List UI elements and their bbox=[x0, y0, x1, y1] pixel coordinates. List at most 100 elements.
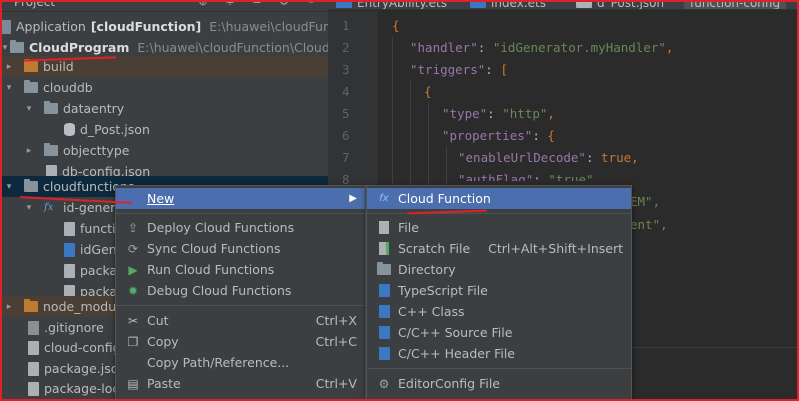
collapse-all-icon[interactable]: ≑ bbox=[223, 0, 237, 8]
panel-toolbar: ⊕ ≑ ≐ ⚙ – bbox=[196, 0, 318, 8]
menu-label: TypeScript File bbox=[398, 283, 488, 298]
submenu-item-directory[interactable]: Directory bbox=[367, 259, 631, 280]
app-path: E:\huawei\cloudFunction bbox=[209, 19, 328, 34]
menu-item-copy-path[interactable]: Copy Path/Reference... bbox=[116, 352, 365, 373]
file-icon bbox=[377, 221, 391, 235]
minimize-icon[interactable]: – bbox=[304, 0, 318, 8]
menu-item-cut[interactable]: ✂ Cut Ctrl+X bbox=[116, 310, 365, 331]
tree-row-cloudprogram[interactable]: ▾ CloudProgram E:\huawei\cloudFunction\C… bbox=[0, 37, 328, 58]
code-line: "type": "http", bbox=[442, 106, 555, 121]
menu-label-text: New bbox=[147, 191, 175, 206]
cpp-class-icon bbox=[377, 305, 391, 319]
copy-icon: ❐ bbox=[127, 334, 139, 349]
menu-label: Copy bbox=[147, 334, 179, 349]
locate-icon[interactable]: ⊕ bbox=[196, 0, 210, 8]
tab-d-post[interactable]: d_Post.json bbox=[576, 0, 665, 10]
indent-guide bbox=[410, 81, 411, 201]
tree-row-dataentry[interactable]: ▾ dataentry bbox=[0, 98, 328, 119]
menu-item-copy[interactable]: ❐ Copy Ctrl+C bbox=[116, 331, 365, 352]
line-number: 3 bbox=[342, 62, 350, 77]
chevron-down-icon[interactable]: ▾ bbox=[24, 203, 34, 213]
menu-label: New bbox=[147, 191, 349, 206]
folder-icon bbox=[24, 299, 38, 312]
json-file-icon bbox=[576, 0, 592, 8]
submenu-item-cloud-function[interactable]: fx Cloud Function bbox=[367, 188, 631, 209]
expand-all-icon[interactable]: ≐ bbox=[250, 0, 264, 8]
module-icon bbox=[0, 19, 11, 34]
menu-label: File bbox=[398, 220, 419, 235]
tab-label: function-config bbox=[690, 0, 781, 10]
context-menu: New ▶ ⇪ Deploy Cloud Functions ⟳ Sync Cl… bbox=[115, 185, 366, 401]
menu-item-new[interactable]: New ▶ bbox=[116, 188, 365, 209]
menu-item-debug[interactable]: ✹ Debug Cloud Functions bbox=[116, 280, 365, 301]
menu-item-paste[interactable]: ▤ Paste Ctrl+V bbox=[116, 373, 365, 394]
menu-label: Scratch File bbox=[398, 241, 471, 256]
submenu-item-cpp-source[interactable]: C/C++ Source File bbox=[367, 322, 631, 343]
divider bbox=[632, 347, 799, 348]
code-line: "handler": "idGenerator.myHandler", bbox=[410, 40, 674, 55]
submenu-item-typescript[interactable]: TypeScript File bbox=[367, 280, 631, 301]
code-line: { bbox=[424, 84, 432, 99]
chevron-down-icon[interactable]: ▾ bbox=[24, 104, 34, 114]
chevron-right-icon[interactable]: ▸ bbox=[24, 146, 34, 156]
tree-row-clouddb[interactable]: ▾ clouddb bbox=[0, 77, 328, 98]
tab-label: EntryAbility.ets bbox=[357, 0, 448, 10]
menu-label: Copy Path/Reference... bbox=[147, 355, 290, 370]
menu-separator bbox=[116, 305, 365, 306]
editor-tabs: EntryAbility.ets index.ets d_Post.json f… bbox=[328, 0, 799, 10]
tab-function-config[interactable]: function-config bbox=[684, 0, 787, 10]
tree-label: .gitignore bbox=[44, 320, 104, 335]
bug-icon: ✹ bbox=[127, 283, 139, 298]
folder-icon bbox=[377, 262, 391, 277]
chevron-down-icon[interactable]: ▾ bbox=[4, 83, 14, 93]
menu-item-deploy[interactable]: ⇪ Deploy Cloud Functions bbox=[116, 217, 365, 238]
code-fragment-text: ent", bbox=[630, 217, 668, 232]
scratch-file-icon bbox=[377, 242, 391, 256]
function-icon: fx bbox=[379, 193, 389, 204]
tree-row-d-post-json[interactable]: d_Post.json bbox=[0, 119, 328, 140]
chevron-right-icon[interactable]: ▸ bbox=[4, 302, 14, 312]
menu-item-sync[interactable]: ⟳ Sync Cloud Functions bbox=[116, 238, 365, 259]
root-name: CloudProgram bbox=[29, 40, 130, 55]
submenu-item-editorconfig[interactable]: ⚙ EditorConfig File bbox=[367, 373, 631, 394]
line-number: 6 bbox=[342, 128, 350, 143]
ets-file-icon bbox=[470, 0, 486, 8]
code-line: "triggers": [ bbox=[410, 62, 508, 77]
submenu-item-cpp-header[interactable]: C/C++ Header File bbox=[367, 343, 631, 364]
tree-row-application[interactable]: Application [cloudFunction] E:\huawei\cl… bbox=[0, 16, 328, 37]
typescript-file-icon bbox=[377, 284, 391, 298]
menu-label: Directory bbox=[398, 262, 456, 277]
cpp-header-icon bbox=[377, 347, 391, 361]
json-key: handler bbox=[417, 40, 471, 55]
menu-shortcut: Ctrl+X bbox=[315, 313, 357, 328]
menu-label: Cloud Function bbox=[398, 191, 491, 206]
menu-label: Run Cloud Functions bbox=[147, 262, 275, 277]
code-fragment: ent", bbox=[630, 217, 668, 232]
code-fragment-text: EM", bbox=[630, 194, 661, 209]
menu-item-run[interactable]: ▶ Run Cloud Functions bbox=[116, 259, 365, 280]
chevron-down-icon[interactable]: ▾ bbox=[0, 43, 10, 53]
line-number: 5 bbox=[342, 106, 350, 121]
line-number: 1 bbox=[342, 18, 350, 33]
tree-label: package.json bbox=[44, 361, 127, 376]
app-name: [cloudFunction] bbox=[90, 19, 202, 34]
json-file-icon bbox=[28, 340, 39, 355]
json-value: true bbox=[601, 150, 632, 165]
tree-label: objecttype bbox=[63, 143, 130, 158]
tab-label: index.ets bbox=[491, 0, 546, 10]
chevron-down-icon[interactable]: ▾ bbox=[4, 182, 14, 192]
menu-separator bbox=[367, 368, 631, 369]
tab-index[interactable]: index.ets bbox=[470, 0, 546, 10]
chevron-right-icon[interactable]: ▸ bbox=[4, 62, 14, 72]
tab-entryability[interactable]: EntryAbility.ets bbox=[336, 0, 448, 10]
json-value: http bbox=[509, 106, 540, 121]
gear-icon[interactable]: ⚙ bbox=[277, 0, 291, 8]
tab-label: d_Post.json bbox=[597, 0, 665, 10]
submenu-item-file[interactable]: File bbox=[367, 217, 631, 238]
menu-label: C/C++ Source File bbox=[398, 325, 513, 340]
submenu-item-cpp-class[interactable]: C++ Class bbox=[367, 301, 631, 322]
panel-title[interactable]: Project bbox=[14, 0, 55, 9]
tree-row-objecttype[interactable]: ▸ objecttype bbox=[0, 140, 328, 161]
menu-shortcut: Ctrl+V bbox=[315, 376, 357, 391]
submenu-item-scratch-file[interactable]: Scratch File Ctrl+Alt+Shift+Insert bbox=[367, 238, 631, 259]
